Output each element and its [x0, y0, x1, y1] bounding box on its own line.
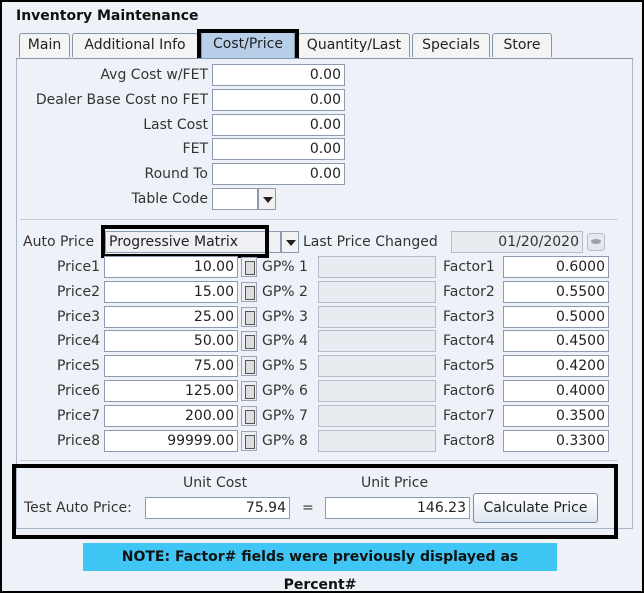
- factor-note-banner: NOTE: Factor# fields were previously dis…: [83, 543, 557, 593]
- gp7-field: [318, 405, 436, 427]
- auto-price-label: Auto Price: [23, 234, 95, 250]
- factor7-label: Factor7: [443, 408, 495, 424]
- fet-field[interactable]: 0.00: [212, 138, 345, 160]
- factor1-field[interactable]: 0.6000: [503, 256, 609, 278]
- gp5-field: [318, 355, 436, 377]
- unit-cost-header: Unit Cost: [183, 475, 248, 491]
- gp6-label: GP% 6: [262, 383, 308, 399]
- gp8-label: GP% 8: [262, 433, 308, 449]
- price5-calculator-icon[interactable]: [241, 356, 257, 376]
- price2-field[interactable]: 15.00: [104, 281, 238, 303]
- gp8-field: [318, 430, 436, 452]
- price1-label: Price1: [56, 259, 100, 275]
- factor4-label: Factor4: [443, 333, 495, 349]
- price2-label: Price2: [56, 284, 100, 300]
- price1-field[interactable]: 10.00: [104, 256, 238, 278]
- last-cost-field[interactable]: 0.00: [212, 114, 345, 136]
- gp7-label: GP% 7: [262, 408, 308, 424]
- factor8-label: Factor8: [443, 433, 495, 449]
- tab-main[interactable]: Main: [19, 33, 70, 57]
- factor2-field[interactable]: 0.5500: [503, 281, 609, 303]
- test-auto-price-label: Test Auto Price:: [24, 500, 132, 516]
- round-to-label: Round To: [144, 166, 209, 182]
- factor4-field[interactable]: 0.4500: [503, 330, 609, 352]
- factor6-label: Factor6: [443, 383, 495, 399]
- calculate-price-button[interactable]: Calculate Price: [473, 493, 598, 523]
- price6-field[interactable]: 125.00: [104, 380, 238, 402]
- table-code-label: Table Code: [131, 191, 209, 207]
- dealer-base-cost-label: Dealer Base Cost no FET: [35, 92, 208, 108]
- gp1-field: [318, 256, 436, 278]
- price5-field[interactable]: 75.00: [104, 355, 238, 377]
- factor3-label: Factor3: [443, 309, 495, 325]
- table-code-dropdown-icon[interactable]: [258, 188, 276, 210]
- price4-calculator-icon[interactable]: [241, 331, 257, 351]
- factor7-field[interactable]: 0.3500: [503, 405, 609, 427]
- price8-calculator-icon[interactable]: [241, 431, 257, 451]
- test-unit-cost-field[interactable]: 75.94: [145, 497, 290, 519]
- factor5-label: Factor5: [443, 358, 495, 374]
- tab-additional-info[interactable]: Additional Info: [72, 33, 198, 57]
- factor2-label: Factor2: [443, 284, 495, 300]
- tab-quantity-last[interactable]: Quantity/Last: [298, 33, 410, 57]
- round-to-field[interactable]: 0.00: [212, 163, 345, 185]
- last-price-changed-label: Last Price Changed: [303, 234, 438, 250]
- price7-field[interactable]: 200.00: [104, 405, 238, 427]
- gp5-label: GP% 5: [262, 358, 308, 374]
- gp2-label: GP% 2: [262, 284, 308, 300]
- price3-label: Price3: [56, 309, 100, 325]
- dealer-base-cost-field[interactable]: 0.00: [212, 89, 345, 111]
- price1-calculator-icon[interactable]: [241, 257, 257, 277]
- price8-field[interactable]: 99999.00: [104, 430, 238, 452]
- gp4-label: GP% 4: [262, 333, 308, 349]
- auto-price-dropdown-icon[interactable]: [281, 231, 299, 253]
- factor1-label: Factor1: [443, 259, 495, 275]
- window-frame: Inventory Maintenance Main Additional In…: [0, 0, 644, 593]
- gp1-label: GP% 1: [262, 259, 308, 275]
- price5-label: Price5: [56, 358, 100, 374]
- gp6-field: [318, 380, 436, 402]
- price6-calculator-icon[interactable]: [241, 381, 257, 401]
- factor6-field[interactable]: 0.4000: [503, 380, 609, 402]
- avg-cost-field[interactable]: 0.00: [212, 64, 345, 86]
- auto-price-highlight-box: [101, 225, 269, 258]
- gp3-label: GP% 3: [262, 309, 308, 325]
- table-code-field[interactable]: [212, 188, 258, 210]
- test-unit-price-field: 146.23: [325, 497, 470, 519]
- tab-store[interactable]: Store: [492, 33, 552, 57]
- fet-label: FET: [182, 141, 208, 157]
- last-price-changed-field: 01/20/2020: [451, 231, 583, 253]
- avg-cost-label: Avg Cost w/FET: [100, 67, 208, 83]
- price7-calculator-icon[interactable]: [241, 406, 257, 426]
- window-title: Inventory Maintenance: [16, 8, 199, 24]
- price2-calculator-icon[interactable]: [241, 282, 257, 302]
- price8-label: Price8: [56, 433, 100, 449]
- price7-label: Price7: [56, 408, 100, 424]
- refresh-date-icon[interactable]: [587, 233, 605, 251]
- last-cost-label: Last Cost: [143, 117, 208, 133]
- factor8-field[interactable]: 0.3300: [503, 430, 609, 452]
- gp4-field: [318, 330, 436, 352]
- factor5-field[interactable]: 0.4200: [503, 355, 609, 377]
- unit-price-header: Unit Price: [361, 475, 429, 491]
- gp2-field: [318, 281, 436, 303]
- tab-specials[interactable]: Specials: [412, 33, 490, 57]
- equals-sign: =: [302, 500, 314, 516]
- price4-field[interactable]: 50.00: [104, 330, 238, 352]
- price4-label: Price4: [56, 333, 100, 349]
- gp3-field: [318, 306, 436, 328]
- factor3-field[interactable]: 0.5000: [503, 306, 609, 328]
- price6-label: Price6: [56, 383, 100, 399]
- price3-field[interactable]: 25.00: [104, 306, 238, 328]
- price3-calculator-icon[interactable]: [241, 307, 257, 327]
